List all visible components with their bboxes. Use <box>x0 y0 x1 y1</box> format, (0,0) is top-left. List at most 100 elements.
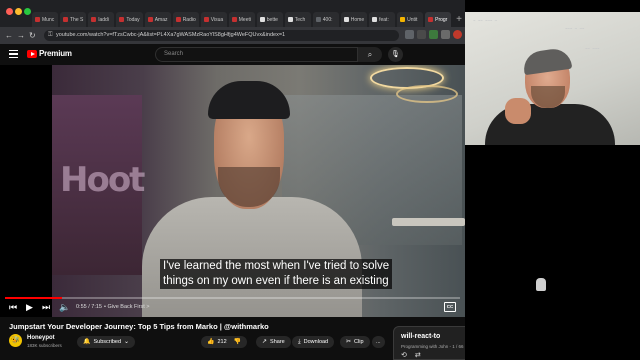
like-button[interactable]: 👍 212 👎 <box>201 336 248 348</box>
browser-tab[interactable]: Today <box>116 12 143 27</box>
browser-tab[interactable]: Radio <box>172 12 199 27</box>
clip-label: Clip <box>354 339 364 345</box>
shuffle-icon[interactable]: ⇄ <box>415 351 421 359</box>
download-icon: ⤓ <box>298 339 301 345</box>
speaker-cap <box>208 81 290 119</box>
browser-tab[interactable]: laddi <box>88 12 115 27</box>
browser-window: Munc The S laddi Today Amaz Radio Visua Meeti be… <box>0 0 465 360</box>
browser-tab[interactable]: The S <box>60 12 87 27</box>
browser-tab[interactable]: Visua <box>200 12 227 27</box>
tab-favicon-icon <box>35 17 40 22</box>
video-player[interactable]: Hoot I've learned the most when I've tri… <box>0 65 465 317</box>
dislike-icon[interactable]: 👎 <box>234 336 241 348</box>
mic-icon[interactable]: 🎙 <box>388 47 403 62</box>
tab-label: Munc <box>42 16 55 23</box>
tab-label: feat: <box>379 16 389 23</box>
tab-favicon-icon <box>147 17 153 22</box>
caption-line-1: I've learned the most when I've tried to… <box>160 259 393 274</box>
channel-name[interactable]: Honeypot <box>27 335 55 341</box>
browser-tab[interactable]: Untit <box>397 12 424 27</box>
sidebar-icon[interactable] <box>441 30 450 39</box>
captions-button[interactable]: CC <box>444 302 456 312</box>
download-button[interactable]: ⤓ Download <box>292 336 335 348</box>
browser-tab[interactable]: Home <box>340 12 368 27</box>
whiteboard-scribble: ~ ~~ ~~~ ~ <box>473 18 498 23</box>
reload-icon[interactable]: ↻ <box>29 30 36 41</box>
loop-icon[interactable]: ⟲ <box>401 351 407 359</box>
search-icon[interactable]: ⌕ <box>358 47 382 62</box>
tab-label: Visua <box>210 16 224 23</box>
clip-button[interactable]: ✂ Clip <box>340 336 370 348</box>
tab-label: Home <box>350 16 365 23</box>
tab-favicon-icon <box>203 17 209 22</box>
tab-favicon-icon <box>343 17 349 22</box>
channel-avatar[interactable]: 🐝 <box>9 334 22 347</box>
share-button[interactable]: ↗ Share <box>256 336 291 348</box>
tab-favicon-icon <box>259 17 265 22</box>
tab-label: Meeti <box>238 16 251 23</box>
browser-tab[interactable]: 400: <box>312 12 339 27</box>
more-actions-button[interactable]: ... <box>372 336 385 348</box>
youtube-header: Premium Search ⌕ 🎙 <box>0 44 465 65</box>
play-logo-icon <box>31 52 35 56</box>
tab-label: Tech <box>294 16 306 23</box>
empty-area <box>465 145 640 360</box>
profile-icon[interactable] <box>429 30 438 39</box>
browser-tab[interactable]: Progr <box>425 12 452 27</box>
subscribed-button[interactable]: 🔔 Subscribed ⌄ <box>77 336 136 348</box>
volume-icon[interactable]: 🔈 <box>59 302 70 312</box>
browser-tab[interactable]: Tech <box>284 12 311 27</box>
browser-tab[interactable]: Amaz <box>144 12 171 27</box>
lock-icon: ⚿ <box>48 32 53 38</box>
logo-text: Premium <box>39 49 72 58</box>
download-label: Download <box>303 339 329 345</box>
browser-tab[interactable]: feat: <box>369 12 396 27</box>
tab-favicon-icon <box>287 17 293 22</box>
avatar[interactable] <box>453 30 462 39</box>
minimize-window-button[interactable] <box>15 8 22 15</box>
share-icon: ↗ <box>262 339 268 345</box>
tab-strip: Munc The S laddi Today Amaz Radio Visua Meeti be… <box>32 12 462 27</box>
next-icon[interactable]: ⏭ <box>42 302 50 312</box>
tab-favicon-icon <box>428 17 434 22</box>
playlist-subtitle: Programming with John - 1 / 66 <box>401 344 464 349</box>
menu-icon[interactable] <box>9 50 18 60</box>
subscribed-label: Subscribed <box>93 339 122 345</box>
url-input[interactable]: youtube.com/watch?v=fTzsCwbc-jA&list=PL4… <box>44 30 399 41</box>
tab-label: bette <box>266 16 278 23</box>
tab-label: 400: <box>322 16 333 23</box>
play-icon[interactable]: ▶ <box>26 302 33 312</box>
browser-tab[interactable]: Munc <box>32 12 58 27</box>
new-tab-button[interactable]: + <box>456 12 462 27</box>
background-table <box>392 218 465 226</box>
chapter-label[interactable]: • Give Back First > <box>104 304 149 310</box>
extension-icon[interactable] <box>405 30 414 39</box>
playlist-title[interactable]: will-react-to <box>401 333 440 340</box>
bookmark-icon[interactable] <box>417 30 426 39</box>
tab-label: Progr <box>435 16 448 23</box>
back-icon[interactable]: ← <box>5 30 13 41</box>
whiteboard-scribble: ~~ ~~~ <box>585 46 600 51</box>
progress-bar[interactable] <box>5 297 460 299</box>
like-count: 212 <box>217 339 227 345</box>
share-label: Share <box>270 339 285 345</box>
playlist-controls: ⟲ ⇄ <box>401 351 421 359</box>
progress-fill <box>5 297 63 299</box>
speaker-torso <box>142 197 362 317</box>
forward-icon[interactable]: → <box>17 30 25 41</box>
streamer-hand <box>505 98 531 124</box>
browser-tab[interactable]: bette <box>256 12 283 27</box>
search-input[interactable]: Search <box>155 47 358 62</box>
zoom-window-button[interactable] <box>24 8 31 15</box>
subscriber-count: 183K subscribers <box>27 343 62 348</box>
close-window-button[interactable] <box>6 8 13 15</box>
tab-label: The S <box>70 16 84 23</box>
tab-favicon-icon <box>372 17 378 22</box>
browser-tab[interactable]: Meeti <box>228 12 255 27</box>
tab-favicon-icon <box>175 17 181 22</box>
tab-favicon-icon <box>119 17 125 22</box>
tab-label: Amaz <box>154 16 168 23</box>
caption-line-2: things on my own even if there is an exi… <box>160 274 392 289</box>
address-bar-row: ← → ↻ youtube.com/watch?v=fTzsCwbc-jA&li… <box>0 27 465 44</box>
prev-icon[interactable]: ⏮ <box>9 302 17 312</box>
